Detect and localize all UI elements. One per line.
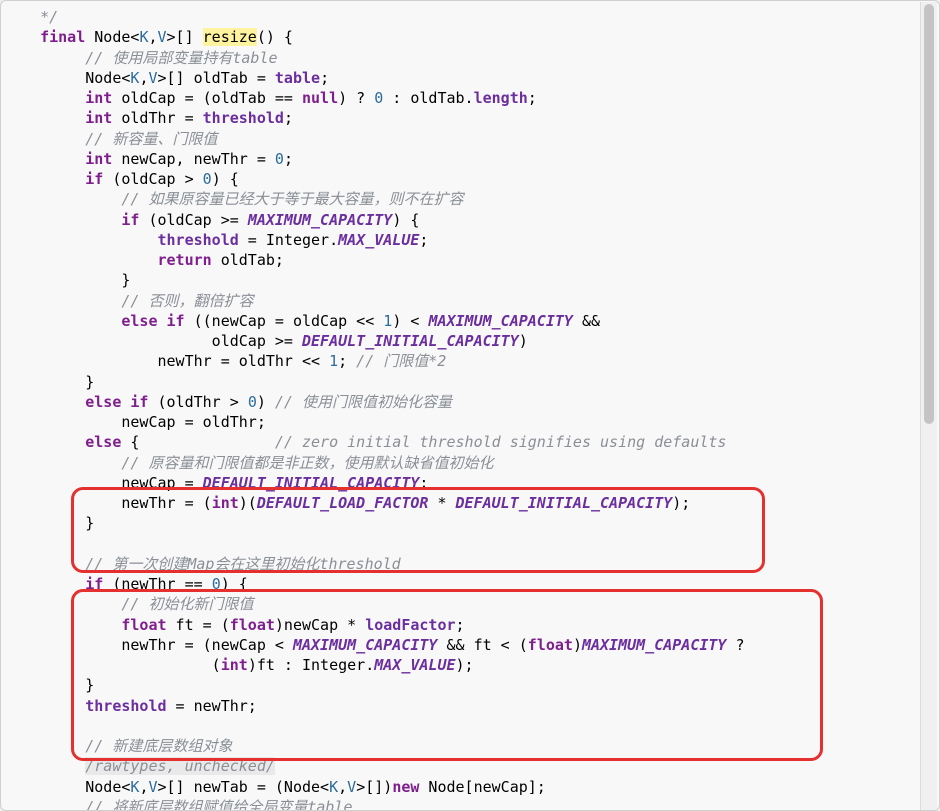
code-line <box>13 534 939 554</box>
code-line: /rawtypes, unchecked/ <box>13 756 939 776</box>
code-line: // 将新底层数组赋值给全局变量table <box>13 797 939 811</box>
code-line: int newCap, newThr = 0; <box>13 149 939 169</box>
code-line: if (newThr == 0) { <box>13 574 939 594</box>
code-line: int oldThr = threshold; <box>13 108 939 128</box>
code-line: float ft = (float)newCap * loadFactor; <box>13 615 939 635</box>
code-line: else if ((newCap = oldCap << 1) < MAXIMU… <box>13 311 939 331</box>
code-line: } <box>13 372 939 392</box>
code-line: if (oldCap > 0) { <box>13 169 939 189</box>
code-line: } <box>13 270 939 290</box>
code-line: threshold = newThr; <box>13 696 939 716</box>
code-line: oldCap >= DEFAULT_INITIAL_CAPACITY) <box>13 331 939 351</box>
code-screenshot-frame: */ final Node<K,V>[] resize() { // 使用局部变… <box>0 0 940 811</box>
code-line: Node<K,V>[] oldTab = table; <box>13 68 939 88</box>
code-line: newThr = oldThr << 1; // 门限值*2 <box>13 351 939 371</box>
code-line <box>13 716 939 736</box>
code-line: } <box>13 513 939 533</box>
code-line: // 初始化新门限值 <box>13 594 939 614</box>
code-line: } <box>13 675 939 695</box>
code-line: return oldTab; <box>13 250 939 270</box>
code-line: // 如果原容量已经大于等于最大容量，则不在扩容 <box>13 189 939 209</box>
code-line: // 使用局部变量持有table <box>13 48 939 68</box>
code-line: // 新容量、门限值 <box>13 129 939 149</box>
source-code-block: */ final Node<K,V>[] resize() { // 使用局部变… <box>13 7 939 811</box>
code-line: newThr = (newCap < MAXIMUM_CAPACITY && f… <box>13 635 939 655</box>
code-line: if (oldCap >= MAXIMUM_CAPACITY) { <box>13 210 939 230</box>
code-line: else if (oldThr > 0) // 使用门限值初始化容量 <box>13 392 939 412</box>
code-line: */ <box>13 7 939 27</box>
vertical-scrollbar[interactable] <box>920 2 937 810</box>
code-line: newCap = DEFAULT_INITIAL_CAPACITY; <box>13 473 939 493</box>
code-line: newThr = (int)(DEFAULT_LOAD_FACTOR * DEF… <box>13 493 939 513</box>
code-line: int oldCap = (oldTab == null) ? 0 : oldT… <box>13 88 939 108</box>
code-line: final Node<K,V>[] resize() { <box>13 27 939 47</box>
code-line: // 新建底层数组对象 <box>13 736 939 756</box>
code-line: // 否则，翻倍扩容 <box>13 291 939 311</box>
code-line: newCap = oldThr; <box>13 412 939 432</box>
code-line: // 原容量和门限值都是非正数，使用默认缺省值初始化 <box>13 453 939 473</box>
scrollbar-thumb[interactable] <box>924 4 934 424</box>
code-line: threshold = Integer.MAX_VALUE; <box>13 230 939 250</box>
code-line: (int)ft : Integer.MAX_VALUE); <box>13 655 939 675</box>
code-line: else { // zero initial threshold signifi… <box>13 432 939 452</box>
code-line: // 第一次创建Map会在这里初始化threshold <box>13 554 939 574</box>
code-line: Node<K,V>[] newTab = (Node<K,V>[])new No… <box>13 777 939 797</box>
